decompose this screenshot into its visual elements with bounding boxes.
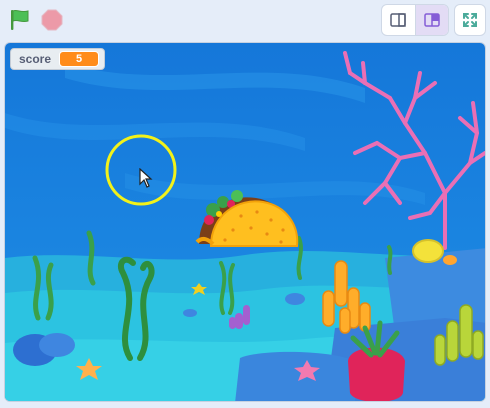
stop-sign-icon (41, 9, 63, 31)
green-flag-icon (11, 9, 29, 30)
monitor-value: 5 (59, 51, 100, 67)
cursor-arrow-icon (139, 168, 153, 188)
small-stage-button[interactable] (382, 5, 415, 35)
fullscreen-button[interactable] (454, 4, 486, 36)
stop-button[interactable] (38, 6, 66, 34)
score-monitor[interactable]: score 5 (10, 48, 106, 70)
normal-stage-layout-icon (424, 13, 440, 27)
taco-icon (195, 190, 299, 247)
monitor-label: score (19, 52, 52, 66)
stage-toolbar (0, 0, 490, 40)
normal-stage-button[interactable] (414, 5, 448, 35)
green-flag-button[interactable] (6, 6, 34, 34)
taco-sprite[interactable] (191, 186, 303, 258)
mouse-cursor (139, 168, 153, 188)
small-stage-layout-icon (390, 13, 407, 27)
stage-size-toggle (381, 4, 449, 36)
fullscreen-icon (463, 13, 477, 27)
stage-canvas[interactable]: score 5 (4, 42, 486, 402)
